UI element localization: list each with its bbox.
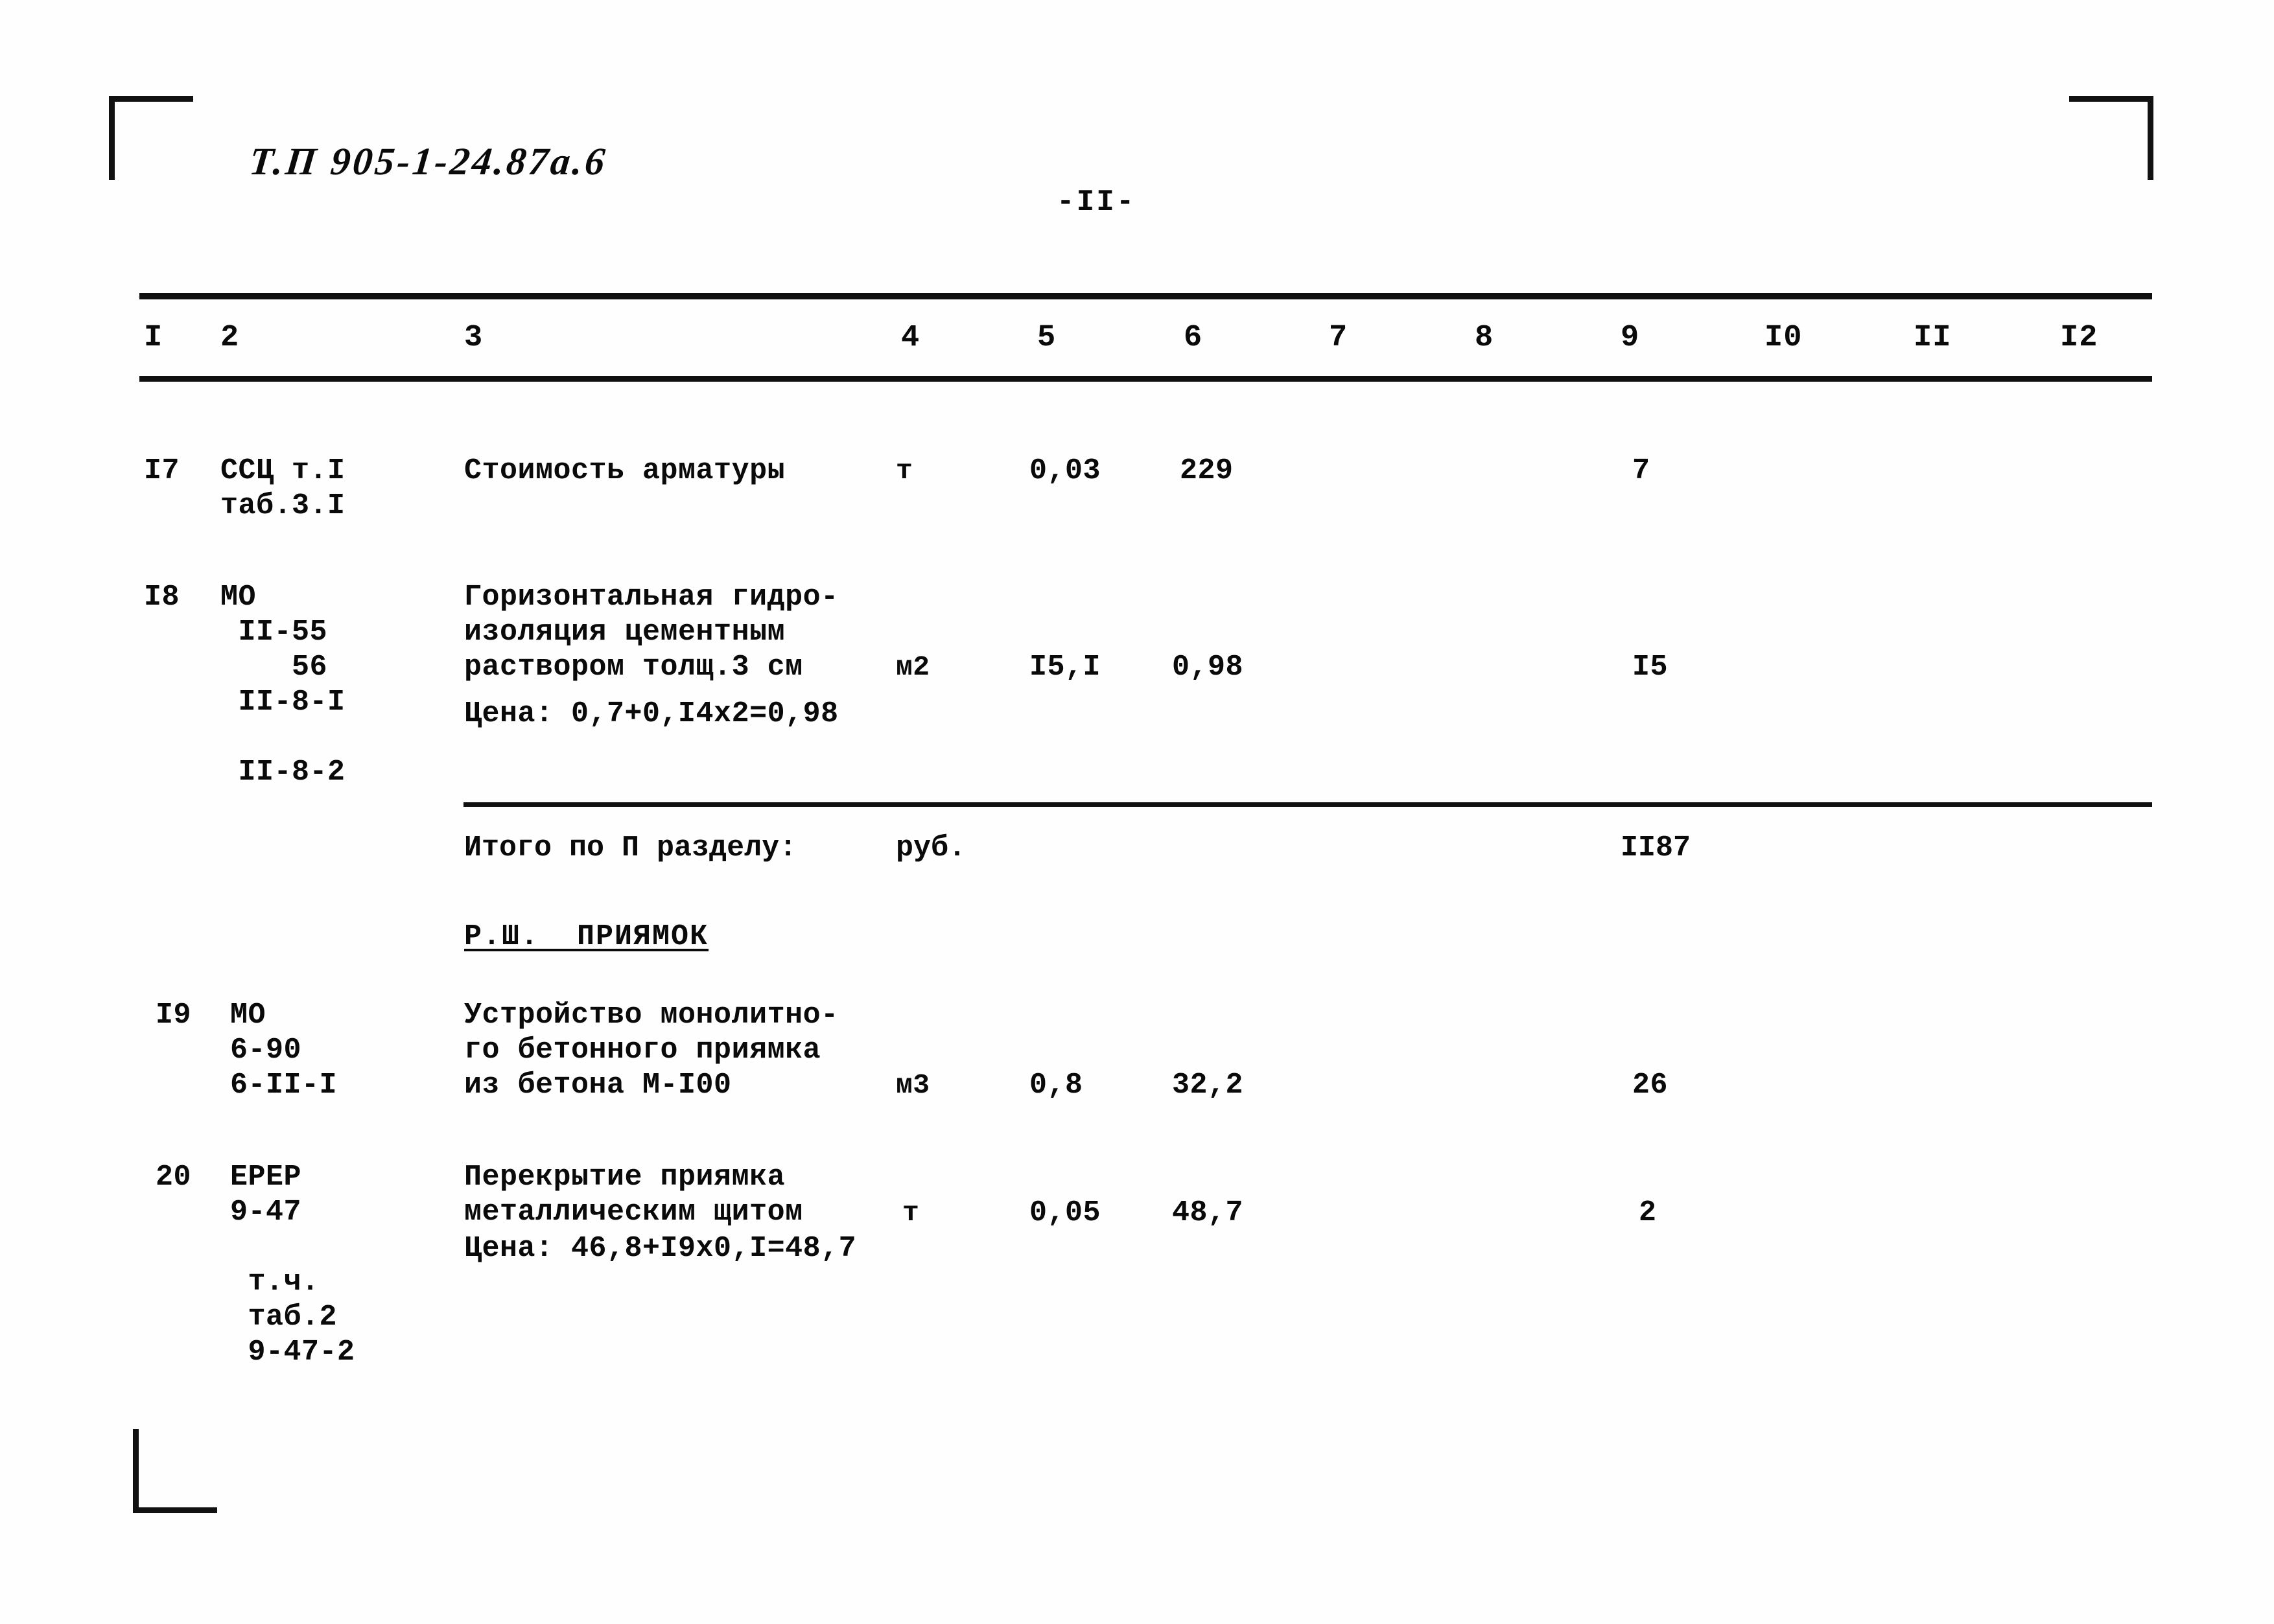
row-description-17: Стоимость арматуры [464,454,786,487]
row-price-note-20: Цена: 46,8+I9х0,I=48,7 [464,1232,857,1265]
row-unit-18: м2 [896,651,930,683]
row-unit-19: м3 [896,1069,930,1101]
row-description-18: Горизонтальная гидро- изоляция цементным… [464,581,839,684]
row-code-18: МО II-55 56 II-8-I II-8-2 [220,581,346,789]
column-header-4: 4 [901,321,920,355]
row-price-18: 0,98 [1172,651,1244,684]
table-top-rule [139,293,2152,299]
section-heading: Р.Ш. ПРИЯМОК [464,920,709,953]
row-unit-17: т [896,455,913,487]
row-price-19: 32,2 [1172,1069,1244,1102]
table-row: I8 [144,581,180,614]
column-header-8: 8 [1475,321,1494,355]
column-header-7: 7 [1329,321,1348,355]
registration-mark-top-left [109,96,193,180]
column-header-2: 2 [220,321,240,355]
row-price-17: 229 [1180,454,1234,487]
table-row: I7 [144,454,180,487]
row-total-18: I5 [1632,651,1669,684]
column-header-10: I0 [1764,321,1803,355]
row-description-19: Устройство монолитно- го бетонного приям… [464,999,839,1102]
registration-mark-bottom-left [133,1429,217,1513]
document-code-handwritten: Т.П 905-1-24.87а.6 [247,140,610,183]
table-row: I9 [156,999,192,1032]
table-row: 20 [156,1161,192,1194]
row-qty-18: I5,I [1029,651,1101,684]
row-price-note-18: Цена: 0,7+0,I4x2=0,98 [464,697,839,730]
page-number: -II- [1057,185,1136,219]
subtotal-unit: руб. [896,831,967,864]
subtotal-value: II87 [1621,831,1691,864]
row-price-20: 48,7 [1172,1196,1244,1229]
row-code-17: ССЦ т.I таб.3.I [220,454,346,522]
table-header-rule [139,376,2152,382]
registration-mark-top-right [2069,96,2153,180]
scanned-document-page: Т.П 905-1-24.87а.6 -II- I 2 3 4 5 6 7 8 … [0,0,2274,1624]
subtotal-label: Итого по П разделу: [464,831,797,864]
column-header-11: II [1914,321,1952,355]
row-qty-19: 0,8 [1029,1069,1083,1102]
column-header-3: 3 [464,321,484,355]
column-header-12: I2 [2060,321,2098,355]
column-header-1: I [144,321,163,355]
row-total-17: 7 [1632,454,1650,487]
column-header-6: 6 [1184,321,1203,355]
column-header-9: 9 [1621,321,1640,355]
row-qty-20: 0,05 [1029,1196,1101,1229]
subtotal-separator-rule [463,802,2152,807]
row-code-20: ЕРЕР 9-47 т.ч. таб.2 9-47-2 [230,1161,355,1369]
column-header-5: 5 [1037,321,1057,355]
row-qty-17: 0,03 [1029,454,1101,487]
row-total-19: 26 [1632,1069,1669,1102]
row-total-20: 2 [1639,1196,1657,1229]
row-code-19: МО 6-90 6-II-I [230,999,338,1102]
row-unit-20: т [902,1197,920,1229]
row-description-20: Перекрытие приямка металлическим щитом [464,1161,803,1229]
